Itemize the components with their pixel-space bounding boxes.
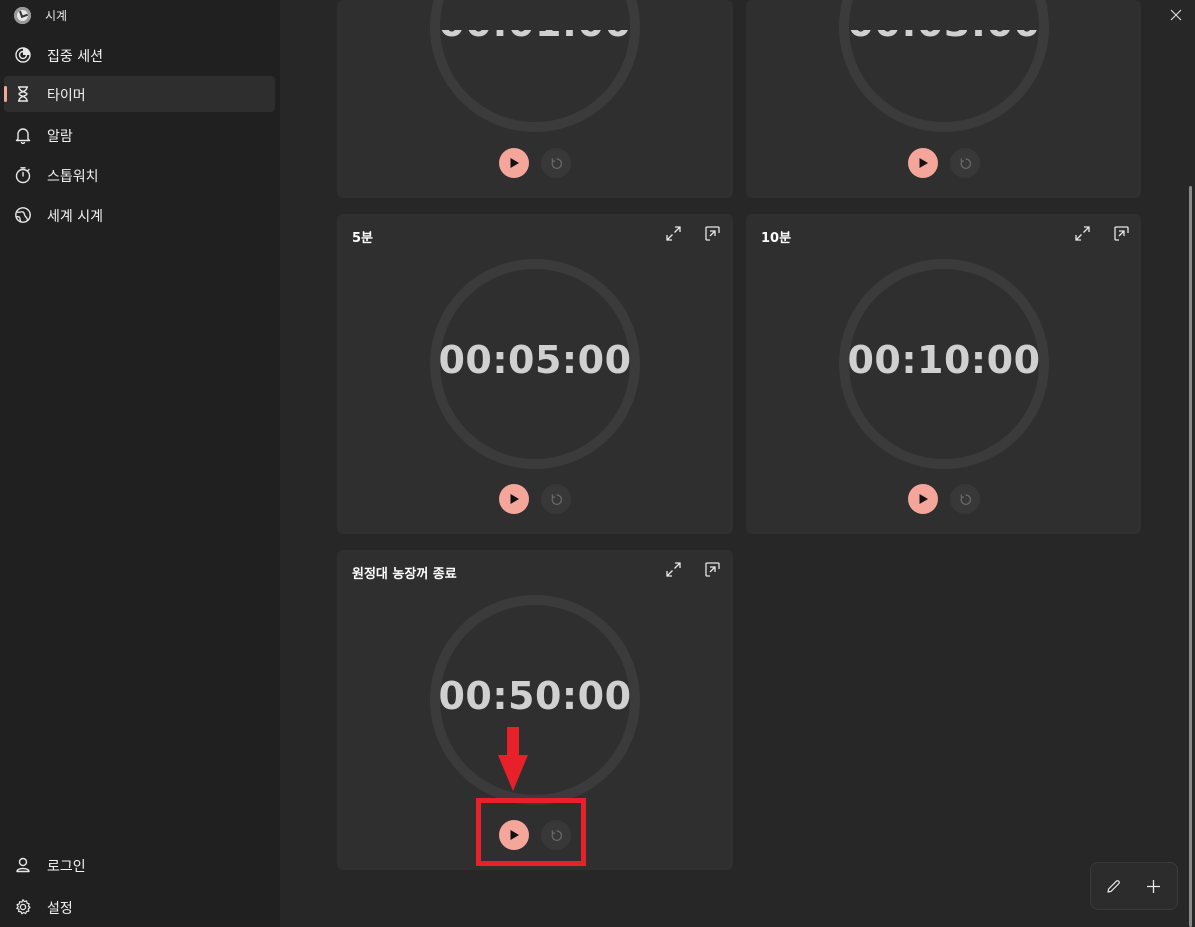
expand-button[interactable] [1071,222,1093,244]
annotation-arrow [498,727,528,791]
plus-icon [1146,879,1160,893]
sidebar-item-alarm[interactable]: 알람 [4,117,275,153]
sidebar-item-label: 타이머 [47,88,86,104]
sidebar: 시계 집중 세션 타이머 알람 스톱워치 세계 시계 로그인 설정 [0,0,280,927]
focus-icon [14,46,32,64]
sidebar-item-label: 로그인 [47,859,86,875]
app-title-bar: 시계 [0,0,280,30]
bell-icon [14,126,32,144]
keep-on-top-button[interactable] [701,222,723,244]
sidebar-item-label: 설정 [47,901,73,917]
expand-icon [1074,225,1090,241]
reset-button[interactable] [950,148,980,178]
timer-title: 5분 [352,231,374,246]
annotation-highlight-box [476,798,586,866]
sidebar-item-label: 스톱워치 [47,169,99,185]
play-icon [919,494,928,504]
sidebar-item-settings[interactable]: 설정 [4,889,275,925]
gear-icon [14,898,32,916]
play-icon [510,494,519,504]
reset-icon [551,493,562,505]
add-timer-button[interactable] [1142,875,1164,897]
active-indicator [4,86,7,102]
timer-title: 10분 [761,231,792,246]
action-bar [1090,862,1178,910]
start-button[interactable] [908,148,938,178]
close-icon [1170,9,1182,21]
timer-card[interactable]: 00:01:00 [337,0,733,198]
expand-icon [665,225,681,241]
expand-button[interactable] [662,558,684,580]
globe-icon [14,206,32,224]
keep-on-top-icon [1113,225,1129,241]
keep-on-top-icon [704,225,720,241]
hourglass-icon [14,85,32,103]
reset-icon [551,157,562,169]
sidebar-item-world-clock[interactable]: 세계 시계 [4,197,275,233]
expand-button[interactable] [662,222,684,244]
start-button[interactable] [499,484,529,514]
sidebar-item-label: 알람 [47,129,73,145]
sidebar-item-timer[interactable]: 타이머 [4,76,275,112]
timer-title: 원정대 농장꺼 종료 [352,567,457,582]
timer-time: 00:10:00 [847,338,1041,382]
scrollbar[interactable] [1189,186,1192,927]
keep-on-top-button[interactable] [701,558,723,580]
sidebar-item-stopwatch[interactable]: 스톱워치 [4,157,275,193]
app-title: 시계 [45,9,68,23]
stopwatch-icon [14,166,32,184]
expand-icon [665,561,681,577]
keep-on-top-icon [704,561,720,577]
edit-button[interactable] [1102,875,1124,897]
close-button[interactable] [1153,0,1195,30]
clock-app-icon [14,7,31,24]
reset-button[interactable] [541,484,571,514]
timer-card[interactable]: 5분 00:05:00 [337,214,733,534]
sidebar-item-login[interactable]: 로그인 [4,847,275,883]
sidebar-item-label: 집중 세션 [47,49,103,65]
timer-ring [430,0,640,132]
sidebar-item-focus[interactable]: 집중 세션 [4,37,275,73]
timer-time: 00:05:00 [438,338,632,382]
reset-icon [960,157,971,169]
start-button[interactable] [908,484,938,514]
timer-card[interactable]: 10분 00:10:00 [746,214,1141,534]
person-icon [14,856,32,874]
reset-button[interactable] [541,148,571,178]
reset-button[interactable] [950,484,980,514]
pencil-icon [1106,879,1120,893]
timer-card[interactable]: 00:03:00 [746,0,1141,198]
play-icon [510,158,519,168]
reset-icon [960,493,971,505]
timer-time: 00:50:00 [438,674,632,718]
timer-ring [839,0,1049,132]
start-button[interactable] [499,148,529,178]
keep-on-top-button[interactable] [1110,222,1132,244]
play-icon [919,158,928,168]
sidebar-item-label: 세계 시계 [47,209,103,225]
